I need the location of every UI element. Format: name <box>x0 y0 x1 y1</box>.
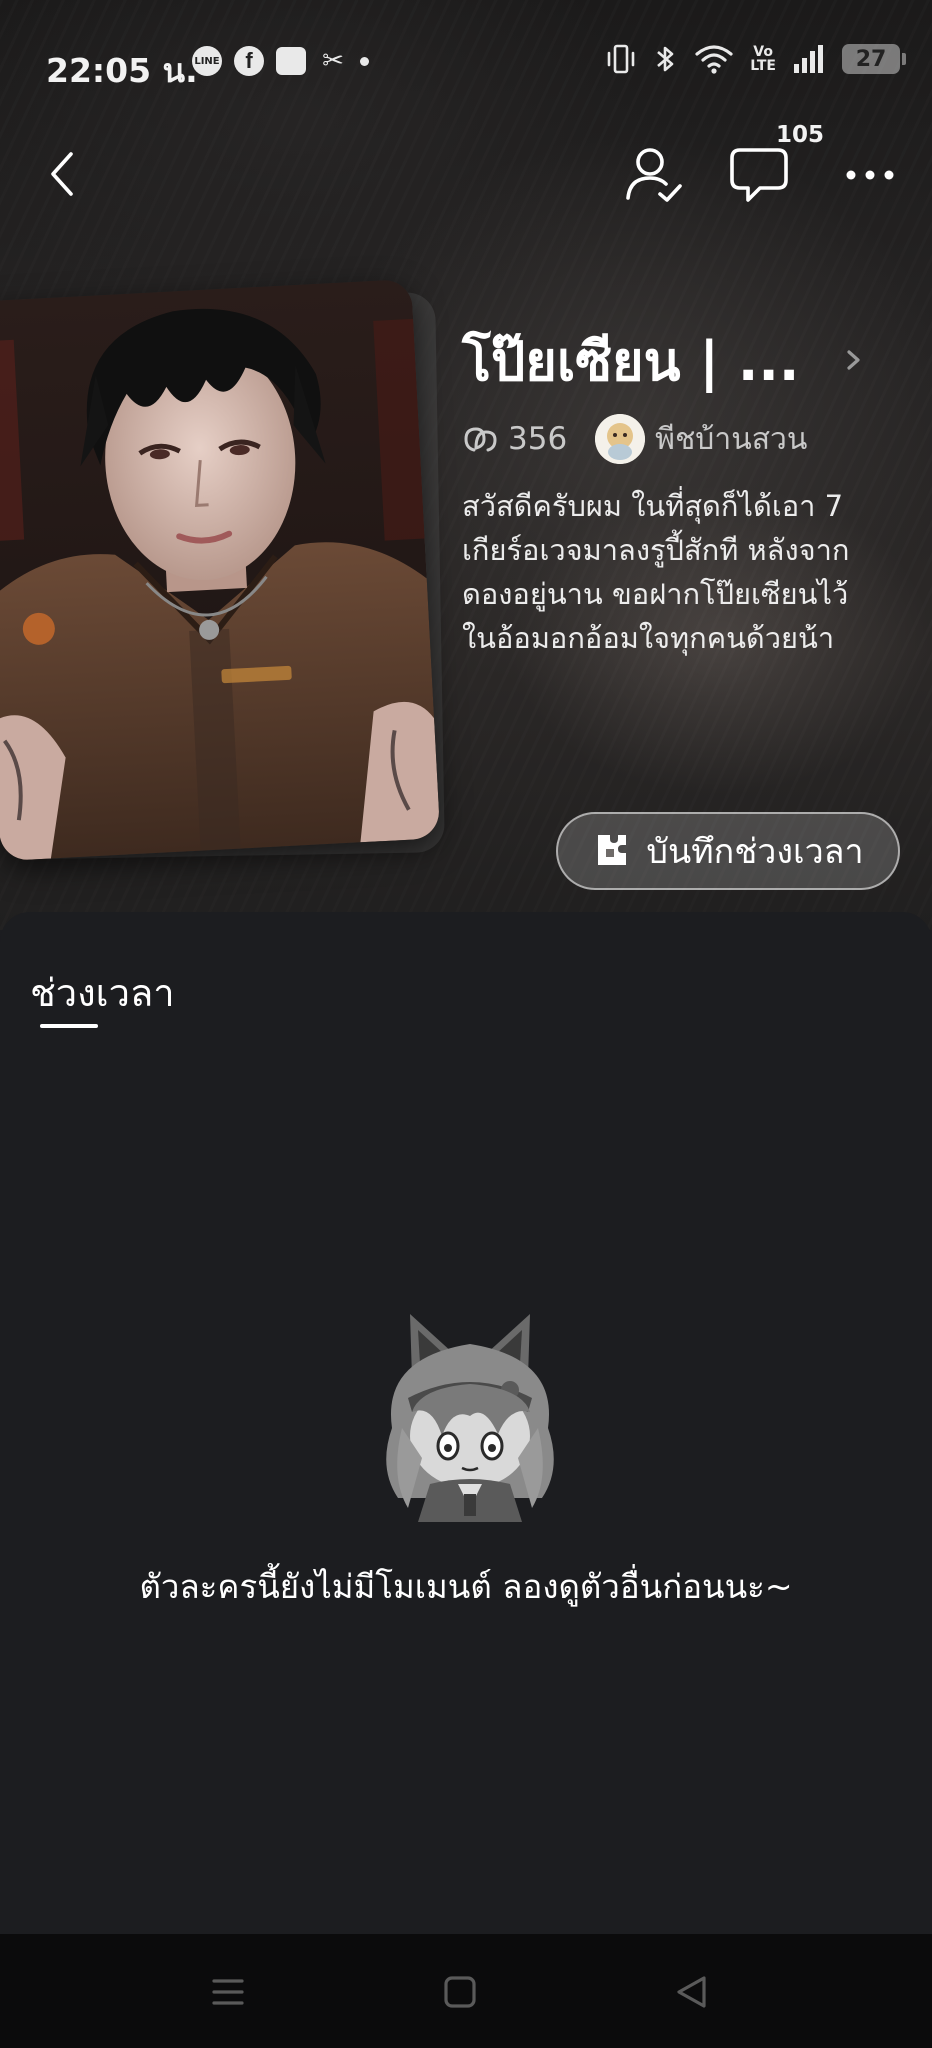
tab-active-indicator <box>40 1024 98 1028</box>
news-icon <box>276 47 306 75</box>
recent-apps-button[interactable] <box>200 1964 256 2020</box>
empty-state-mascot-icon <box>386 1314 554 1522</box>
status-time: 22:05 น. <box>46 51 198 90</box>
app-screen: 22:05 น. LINE f ✂ Vo LTE 27 105 โป๊ยเซีย… <box>0 0 932 2048</box>
creator-avatar-image <box>595 414 646 464</box>
home-square-icon <box>444 1976 476 2008</box>
more-horizontal-icon <box>846 170 894 180</box>
comment-count-badge: 105 <box>776 122 825 148</box>
empty-state-message: ตัวละครนี้ยังไม่มีโมเมนต์ ลองดูตัวอื่นก่… <box>139 1567 793 1606</box>
notification-icons: LINE f ✂ <box>192 46 369 76</box>
back-button[interactable] <box>36 142 88 206</box>
menu-icon <box>212 1979 244 2005</box>
battery-icon: 27 <box>842 44 906 74</box>
more-notifications-icon <box>360 56 369 66</box>
signal-icon <box>794 45 823 73</box>
description-line: เกียร์อเวจมาลงรูปี้สักที หลังจาก <box>462 533 850 567</box>
character-description[interactable]: สวัสดีครับผม ในที่สุดก็ได้เอา 7 เกียร์อเ… <box>462 484 908 660</box>
creator-avatar[interactable] <box>595 414 646 464</box>
volte-bottom: LTE <box>750 58 776 74</box>
puzzle-icon <box>598 835 627 865</box>
character-portrait[interactable] <box>0 278 441 862</box>
volte-icon: Vo LTE <box>750 45 776 73</box>
home-button[interactable] <box>432 1964 488 2020</box>
system-back-button[interactable] <box>664 1964 720 2020</box>
record-moment-label: บันทึกช่วงเวลา <box>646 832 864 872</box>
record-moment-button[interactable]: บันทึกช่วงเวลา <box>556 812 900 890</box>
chevron-right-icon[interactable] <box>842 344 866 376</box>
creator-name[interactable]: พีชบ้านสวน <box>655 416 807 463</box>
volte-top: Vo <box>753 44 773 60</box>
chat-count-icon <box>464 427 497 452</box>
capcut-icon: ✂ <box>322 46 344 76</box>
system-navigation-bar <box>0 1934 932 2048</box>
comments-button[interactable] <box>726 140 796 208</box>
facebook-icon: f <box>234 46 264 76</box>
vibrate-icon <box>607 44 635 74</box>
description-line: สวัสดีครับผม ในที่สุดก็ได้เอา 7 <box>462 489 844 523</box>
character-meta: 356 พีชบ้านสวน <box>462 412 807 466</box>
chevron-left-icon <box>51 152 73 196</box>
description-line: ในอ้อมอกอ้อมใจทุกคนด้วยน้า <box>462 621 835 655</box>
line-icon: LINE <box>192 46 222 76</box>
tab-moments[interactable]: ช่วงเวลา <box>30 962 175 1023</box>
comment-icon <box>730 148 788 202</box>
triangle-back-icon <box>677 1976 706 2008</box>
bluetooth-icon <box>657 46 674 72</box>
system-status-icons: Vo LTE 27 <box>604 42 906 76</box>
wifi-icon <box>695 45 733 74</box>
more-options-button[interactable] <box>840 150 900 200</box>
follow-button[interactable] <box>622 142 686 206</box>
character-name[interactable]: โป๊ยเซียน | ... <box>462 318 799 404</box>
description-line: ดองอยู่นาน ขอฝากโป๊ยเซียนไว้ <box>462 577 849 611</box>
character-portrait-image <box>0 278 441 862</box>
chat-count: 356 <box>508 421 568 457</box>
user-check-icon <box>626 148 682 202</box>
status-bar: 22:05 น. LINE f ✂ Vo LTE 27 <box>0 0 932 120</box>
